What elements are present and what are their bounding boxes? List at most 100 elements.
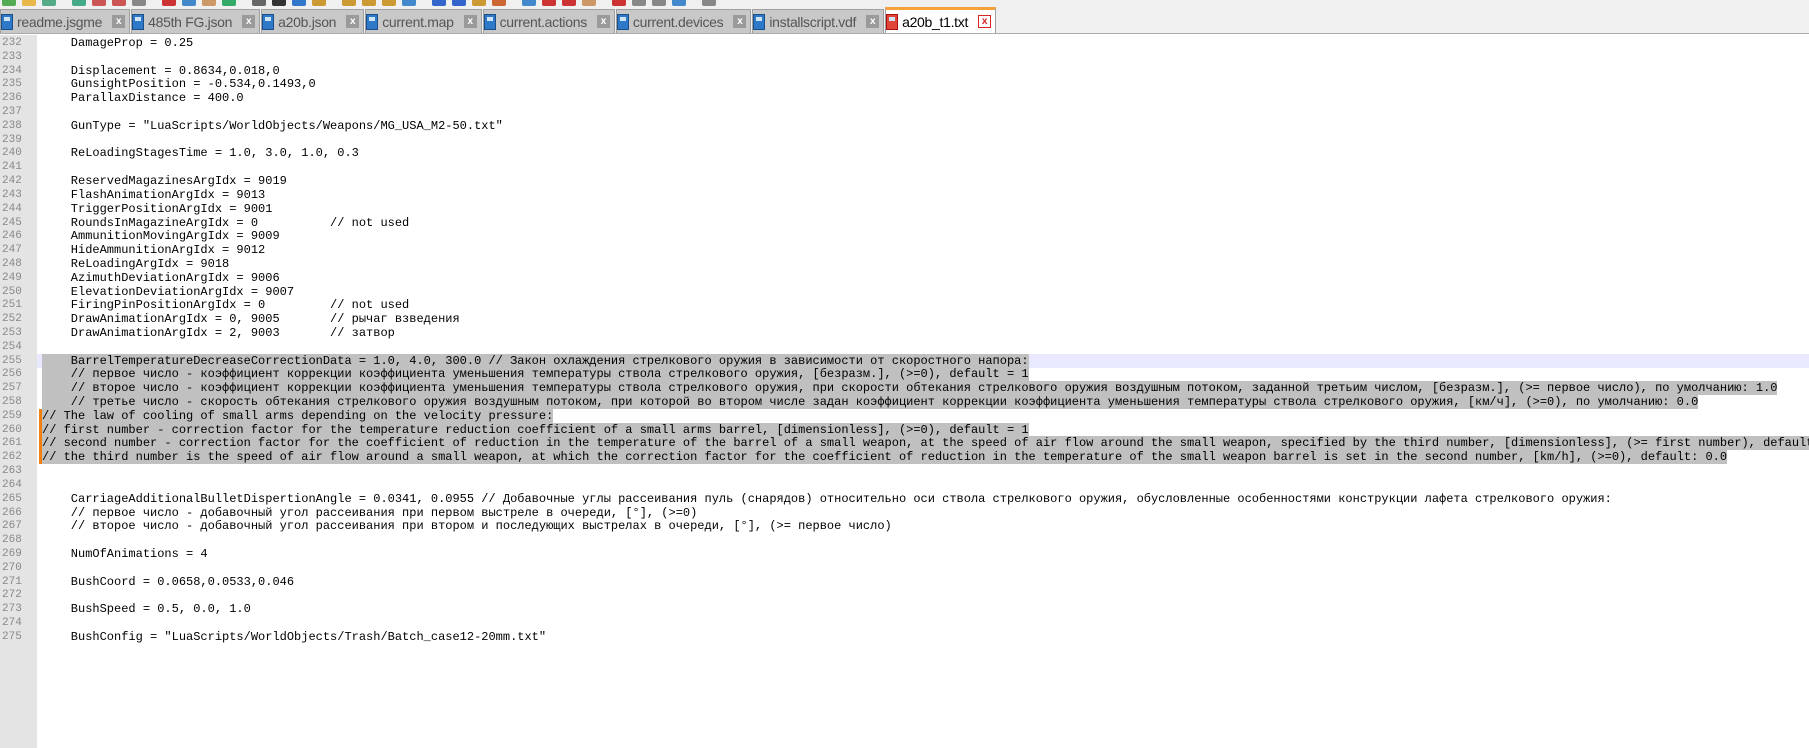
close-tab-icon[interactable]: x bbox=[978, 15, 992, 28]
toolbar-button-icon[interactable] bbox=[72, 0, 86, 6]
tab-current-map[interactable]: current.map x bbox=[365, 9, 482, 33]
editor[interactable]: 232 DamageProp = 0.25 233 234 Displacement… bbox=[0, 35, 1809, 748]
code-line[interactable]: 273 BushSpeed = 0.5, 0.0, 1.0 bbox=[0, 602, 1809, 617]
line-text: AmmunitionMovingArgIdx = 9009 bbox=[42, 229, 280, 244]
code-line[interactable]: 255 BarrelTemperatureDecreaseCorrectionD… bbox=[0, 353, 1809, 368]
code-line[interactable]: 271 BushCoord = 0.0658,0.0533,0.046 bbox=[0, 574, 1809, 589]
toolbar-button-icon[interactable] bbox=[132, 0, 146, 6]
toolbar-button-icon[interactable] bbox=[432, 0, 446, 6]
toolbar-button-icon[interactable] bbox=[22, 0, 36, 6]
line-text: ReLoadingStagesTime = 1.0, 3.0, 1.0, 0.3 bbox=[42, 146, 359, 161]
code-line[interactable]: 267 // второе число - добавочный угол ра… bbox=[0, 519, 1809, 534]
code-line[interactable]: 264 bbox=[0, 477, 1809, 492]
code-line[interactable]: 252 DrawAnimationArgIdx = 0, 9005 // рыч… bbox=[0, 312, 1809, 327]
toolbar-button-icon[interactable] bbox=[2, 0, 16, 6]
toolbar-button-icon[interactable] bbox=[542, 0, 556, 6]
code-line[interactable]: 243 FlashAnimationArgIdx = 9013 bbox=[0, 187, 1809, 202]
code-line[interactable]: 254 bbox=[0, 339, 1809, 354]
toolbar-button-icon[interactable] bbox=[522, 0, 536, 6]
tab-485th-fg-json[interactable]: 485th FG.json x bbox=[131, 9, 261, 33]
toolbar-button-icon[interactable] bbox=[222, 0, 236, 6]
code-line[interactable]: 270 bbox=[0, 560, 1809, 575]
toolbar-button-icon[interactable] bbox=[252, 0, 266, 6]
code-line[interactable]: 235 GunsightPosition = -0.534,0.1493,0 bbox=[0, 77, 1809, 92]
toolbar-button-icon[interactable] bbox=[452, 0, 466, 6]
code-line[interactable]: 248 ReLoadingArgIdx = 9018 bbox=[0, 256, 1809, 271]
toolbar-button-icon[interactable] bbox=[492, 0, 506, 6]
line-text: BushCoord = 0.0658,0.0533,0.046 bbox=[42, 574, 295, 589]
code-line[interactable]: 257 // второе число - коэффициент коррек… bbox=[0, 381, 1809, 396]
code-line[interactable]: 250 ElevationDeviationArgIdx = 9007 bbox=[0, 284, 1809, 299]
toolbar-button-icon[interactable] bbox=[272, 0, 286, 6]
code-line[interactable]: 244 TriggerPositionArgIdx = 9001 bbox=[0, 201, 1809, 216]
code-line[interactable]: 251 FiringPinPositionArgIdx = 0 // not u… bbox=[0, 298, 1809, 313]
line-text: BarrelTemperatureDecreaseCorrectionData … bbox=[42, 353, 1029, 368]
code-line[interactable]: 253 DrawAnimationArgIdx = 2, 9003 // зат… bbox=[0, 326, 1809, 340]
code-line[interactable]: 256 // первое число - коэффициент коррек… bbox=[0, 367, 1809, 382]
toolbar-button-icon[interactable] bbox=[362, 0, 376, 6]
code-line[interactable]: 269 NumOfAnimations = 4 bbox=[0, 546, 1809, 561]
code-line[interactable]: 247 HideAmmunitionArgIdx = 9012 bbox=[0, 243, 1809, 258]
code-line[interactable]: 268 bbox=[0, 533, 1809, 548]
close-tab-icon[interactable]: x bbox=[596, 15, 610, 28]
toolbar-button-icon[interactable] bbox=[382, 0, 396, 6]
close-tab-icon[interactable]: x bbox=[242, 15, 256, 28]
code-line[interactable]: 272 bbox=[0, 588, 1809, 603]
toolbar-button-icon[interactable] bbox=[582, 0, 596, 6]
code-line[interactable]: 241 bbox=[0, 160, 1809, 175]
line-number: 254 bbox=[0, 339, 37, 354]
code-line[interactable]: 249 AzimuthDeviationArgIdx = 9006 bbox=[0, 270, 1809, 285]
close-tab-icon[interactable]: x bbox=[733, 15, 747, 28]
code-line[interactable]: 237 bbox=[0, 105, 1809, 120]
toolbar-button-icon[interactable] bbox=[182, 0, 196, 6]
toolbar-button-icon[interactable] bbox=[162, 0, 176, 6]
toolbar-button-icon[interactable] bbox=[92, 0, 106, 6]
close-tab-icon[interactable]: x bbox=[866, 15, 880, 28]
toolbar-button-icon[interactable] bbox=[612, 0, 626, 6]
code-line[interactable]: 263 bbox=[0, 464, 1809, 479]
tab-current-devices[interactable]: current.devices x bbox=[615, 9, 752, 33]
code-line[interactable]: 245 RoundsInMagazineArgIdx = 0 // not us… bbox=[0, 215, 1809, 230]
toolbar-button-icon[interactable] bbox=[402, 0, 416, 6]
toolbar-button-icon[interactable] bbox=[342, 0, 356, 6]
close-tab-icon[interactable]: x bbox=[112, 15, 126, 28]
tab-label: installscript.vdf bbox=[769, 13, 857, 30]
code-line[interactable]: 261 // second number - correction factor … bbox=[0, 436, 1809, 451]
code-line[interactable]: 275 BushConfig = "LuaScripts/WorldObject… bbox=[0, 629, 1809, 644]
tab-installscript-vdf[interactable]: installscript.vdf x bbox=[752, 9, 885, 33]
code-line[interactable]: 232 DamageProp = 0.25 bbox=[0, 36, 1809, 50]
code-line[interactable]: 234 Displacement = 0.8634,0.018,0 bbox=[0, 63, 1809, 78]
code-line[interactable]: 236 ParallaxDistance = 400.0 bbox=[0, 91, 1809, 106]
code-line[interactable]: 238 GunType = "LuaScripts/WorldObjects/W… bbox=[0, 118, 1809, 133]
toolbar-button-icon[interactable] bbox=[292, 0, 306, 6]
code-line[interactable]: 265 CarriageAdditionalBulletDispertionAn… bbox=[0, 491, 1809, 506]
code-line[interactable]: 266 // первое число - добавочный угол ра… bbox=[0, 505, 1809, 520]
toolbar-button-icon[interactable] bbox=[702, 0, 716, 6]
toolbar-button-icon[interactable] bbox=[672, 0, 686, 6]
tab-a20b-t1-txt[interactable]: a20b_t1.txt x bbox=[885, 7, 997, 33]
toolbar-button-icon[interactable] bbox=[632, 0, 646, 6]
code-line[interactable]: 246 AmmunitionMovingArgIdx = 9009 bbox=[0, 229, 1809, 244]
code-line[interactable]: 239 bbox=[0, 132, 1809, 147]
code-line[interactable]: 260 // first number - correction factor f… bbox=[0, 422, 1809, 437]
toolbar-button-icon[interactable] bbox=[202, 0, 216, 6]
line-text: BushConfig = "LuaScripts/WorldObjects/Tr… bbox=[42, 629, 547, 644]
code-line[interactable]: 233 bbox=[0, 49, 1809, 64]
code-line[interactable]: 262 // the third number is the speed of a… bbox=[0, 450, 1809, 465]
tab-current-actions[interactable]: current.actions x bbox=[482, 9, 615, 33]
code-line[interactable]: 274 bbox=[0, 616, 1809, 631]
tab-readme-jsgme[interactable]: readme.jsgme x bbox=[0, 9, 131, 33]
code-line[interactable]: 259 // The law of cooling of small arms d… bbox=[0, 408, 1809, 423]
toolbar-button-icon[interactable] bbox=[312, 0, 326, 6]
toolbar-button-icon[interactable] bbox=[562, 0, 576, 6]
toolbar-button-icon[interactable] bbox=[472, 0, 486, 6]
code-line[interactable]: 258 // третье число - скорость обтекания… bbox=[0, 395, 1809, 410]
toolbar-button-icon[interactable] bbox=[652, 0, 666, 6]
close-tab-icon[interactable]: x bbox=[463, 15, 477, 28]
toolbar-button-icon[interactable] bbox=[112, 0, 126, 6]
tab-a20b-json[interactable]: a20b.json x bbox=[261, 9, 365, 33]
toolbar-button-icon[interactable] bbox=[42, 0, 56, 6]
code-line[interactable]: 240 ReLoadingStagesTime = 1.0, 3.0, 1.0,… bbox=[0, 146, 1809, 161]
code-line[interactable]: 242 ReservedMagazinesArgIdx = 9019 bbox=[0, 174, 1809, 189]
close-tab-icon[interactable]: x bbox=[346, 15, 360, 28]
